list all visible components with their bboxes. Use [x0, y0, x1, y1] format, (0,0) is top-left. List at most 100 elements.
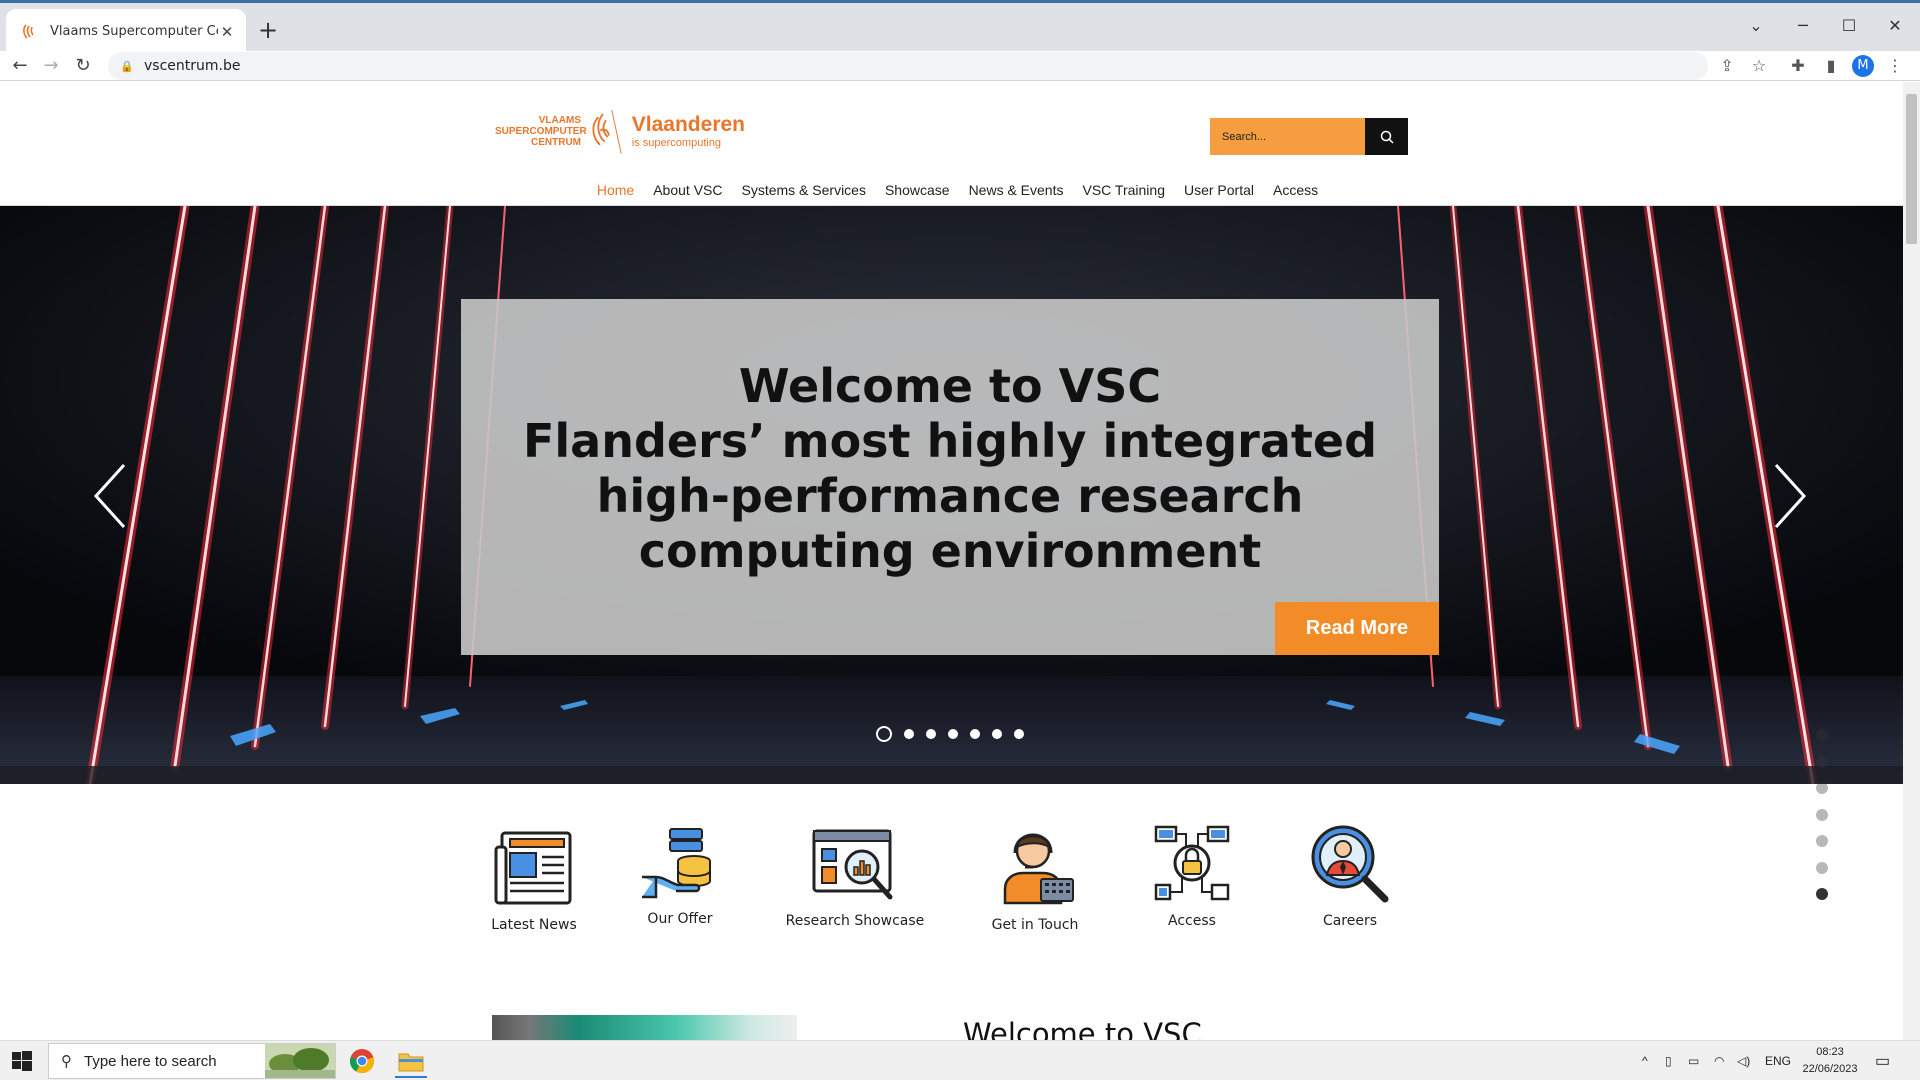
person-search-icon — [1311, 825, 1389, 903]
flemish-lion-icon — [592, 109, 622, 154]
hero-line-1: Welcome to VSC — [738, 359, 1162, 413]
slider-dot-1[interactable] — [876, 726, 892, 742]
reload-button[interactable]: ↻ — [69, 52, 97, 80]
read-more-button[interactable]: Read More — [1275, 602, 1439, 655]
tile-research-showcase[interactable]: Research Showcase — [765, 827, 945, 929]
tab-search-chevron-icon[interactable]: ⌄ — [1733, 11, 1779, 41]
vsc-favicon-icon — [23, 23, 34, 39]
network-lock-icon — [1154, 825, 1230, 901]
hero-line-4: computing environment — [638, 524, 1262, 578]
slider-dot-5[interactable] — [970, 729, 980, 739]
nav-access[interactable]: Access — [1273, 178, 1318, 202]
folder-icon — [398, 1053, 424, 1072]
welcome-section-image — [492, 1015, 797, 1040]
tile-label: Access — [1168, 913, 1216, 929]
browser-tab[interactable]: Vlaams Supercomputer Centrum ✕ — [6, 9, 246, 54]
taskbar-search-placeholder: Type here to search — [84, 1052, 217, 1070]
welcome-section-heading: Welcome to VSC — [963, 1017, 1202, 1040]
search-icon — [1380, 130, 1394, 144]
hero-heading: Welcome to VSC Flanders’ most highly int… — [461, 359, 1439, 579]
wifi-icon[interactable]: ◠ — [1714, 1041, 1724, 1080]
system-clock[interactable]: 08:23 22/06/2023 — [1797, 1044, 1863, 1078]
battery-icon[interactable]: ▭ — [1688, 1041, 1699, 1080]
logo-vsc-text: VLAAMS SUPERCOMPUTER CENTRUM — [495, 114, 587, 148]
hero-line-3: high-performance research — [596, 469, 1304, 523]
vsc-logo[interactable]: VLAAMS SUPERCOMPUTER CENTRUM Vlaanderen … — [495, 100, 745, 162]
clock-date: 22/06/2023 — [1802, 1063, 1858, 1075]
tile-careers[interactable]: Careers — [1260, 823, 1440, 929]
slider-prev-arrow-icon[interactable] — [92, 461, 132, 531]
chrome-icon — [350, 1049, 374, 1073]
analytics-magnifier-icon — [812, 829, 893, 900]
search-highlight-art-icon — [265, 1044, 335, 1078]
profile-avatar[interactable]: M — [1852, 55, 1874, 77]
nav-systems-services[interactable]: Systems & Services — [741, 178, 865, 202]
site-search — [1210, 118, 1408, 155]
notification-center-icon[interactable]: ▭ — [1875, 1041, 1890, 1080]
windows-start-icon[interactable] — [12, 1051, 32, 1071]
slider-dot-4[interactable] — [948, 729, 958, 739]
section-dot-1[interactable] — [1816, 729, 1828, 741]
section-dot-3[interactable] — [1816, 782, 1828, 794]
extensions-puzzle-icon[interactable]: ✚ — [1787, 55, 1809, 77]
nav-showcase[interactable]: Showcase — [885, 178, 950, 202]
nav-news-events[interactable]: News & Events — [969, 178, 1064, 202]
tile-access[interactable]: Access — [1102, 823, 1282, 929]
search-button[interactable] — [1365, 118, 1408, 155]
maximize-button[interactable]: ☐ — [1826, 11, 1872, 41]
slider-next-arrow-icon[interactable] — [1768, 461, 1808, 531]
slider-dot-6[interactable] — [992, 729, 1002, 739]
tray-overflow-chevron-icon[interactable]: ^ — [1642, 1041, 1648, 1080]
taskbar-search-box[interactable]: ⚲ Type here to search — [48, 1043, 336, 1079]
quick-links: Latest News Our Offer Research Showcase … — [0, 825, 1903, 977]
share-icon[interactable]: ⇪ — [1716, 55, 1738, 77]
nav-user-portal[interactable]: User Portal — [1184, 178, 1254, 202]
main-navigation: Home About VSC Systems & Services Showca… — [0, 178, 1903, 202]
web-page: VLAAMS SUPERCOMPUTER CENTRUM Vlaanderen … — [0, 82, 1903, 1040]
slider-pagination — [876, 726, 1036, 742]
slider-dot-3[interactable] — [926, 729, 936, 739]
side-panel-icon[interactable]: ▮ — [1820, 55, 1842, 77]
logo-line-1: VLAAMS — [538, 114, 581, 126]
tile-label: Get in Touch — [991, 917, 1079, 933]
hero-line-2: Flanders’ most highly integrated — [522, 414, 1377, 468]
tray-device-icon[interactable]: ▯ — [1665, 1041, 1672, 1080]
input-language[interactable]: ENG — [1765, 1041, 1791, 1080]
forward-button[interactable]: → — [37, 52, 65, 80]
tab-title: Vlaams Supercomputer Centrum — [50, 24, 218, 39]
new-tab-button[interactable]: + — [254, 17, 282, 45]
minimize-button[interactable]: ─ — [1780, 11, 1826, 41]
close-window-button[interactable]: ✕ — [1872, 11, 1918, 41]
taskbar-chrome-app[interactable] — [342, 1044, 382, 1078]
tile-label: Careers — [1322, 913, 1378, 929]
tile-our-offer[interactable]: Our Offer — [590, 827, 770, 927]
section-dot-4[interactable] — [1816, 808, 1828, 821]
logo-brand: Vlaanderen — [631, 113, 745, 136]
search-input[interactable] — [1210, 118, 1365, 155]
section-dot-2[interactable] — [1816, 755, 1828, 768]
page-scrollbar[interactable] — [1903, 82, 1920, 1040]
hero-slider: Welcome to VSC Flanders’ most highly int… — [0, 206, 1903, 784]
browser-menu-icon[interactable]: ⋮ — [1884, 55, 1906, 77]
tile-get-in-touch[interactable]: Get in Touch — [945, 827, 1125, 933]
search-icon: ⚲ — [61, 1052, 72, 1070]
browser-toolbar: ← → ↻ 🔒 vscentrum.be ⇪ ☆ ✚ ▮ M ⋮ — [0, 51, 1920, 81]
taskbar-file-explorer-app[interactable] — [391, 1044, 431, 1078]
tab-close-icon[interactable]: ✕ — [218, 23, 236, 41]
lock-icon[interactable]: 🔒 — [120, 60, 134, 73]
nav-vsc-training[interactable]: VSC Training — [1083, 178, 1165, 202]
bookmark-star-icon[interactable]: ☆ — [1748, 55, 1770, 77]
newspaper-icon — [494, 831, 572, 905]
hand-database-icon — [642, 828, 711, 899]
browser-tab-strip: Vlaams Supercomputer Centrum ✕ + ⌄ ─ ☐ ✕ — [0, 0, 1920, 54]
slider-dot-2[interactable] — [904, 729, 914, 739]
nav-about-vsc[interactable]: About VSC — [653, 178, 722, 202]
slider-dot-7[interactable] — [1014, 729, 1024, 739]
back-button[interactable]: ← — [6, 52, 34, 80]
logo-line-2: SUPERCOMPUTER — [495, 125, 587, 137]
url-text: vscentrum.be — [144, 58, 241, 74]
address-bar[interactable]: 🔒 vscentrum.be — [108, 52, 1708, 80]
volume-icon[interactable]: ◁) — [1737, 1041, 1750, 1080]
scrollbar-thumb[interactable] — [1906, 94, 1917, 244]
nav-home[interactable]: Home — [597, 178, 634, 202]
